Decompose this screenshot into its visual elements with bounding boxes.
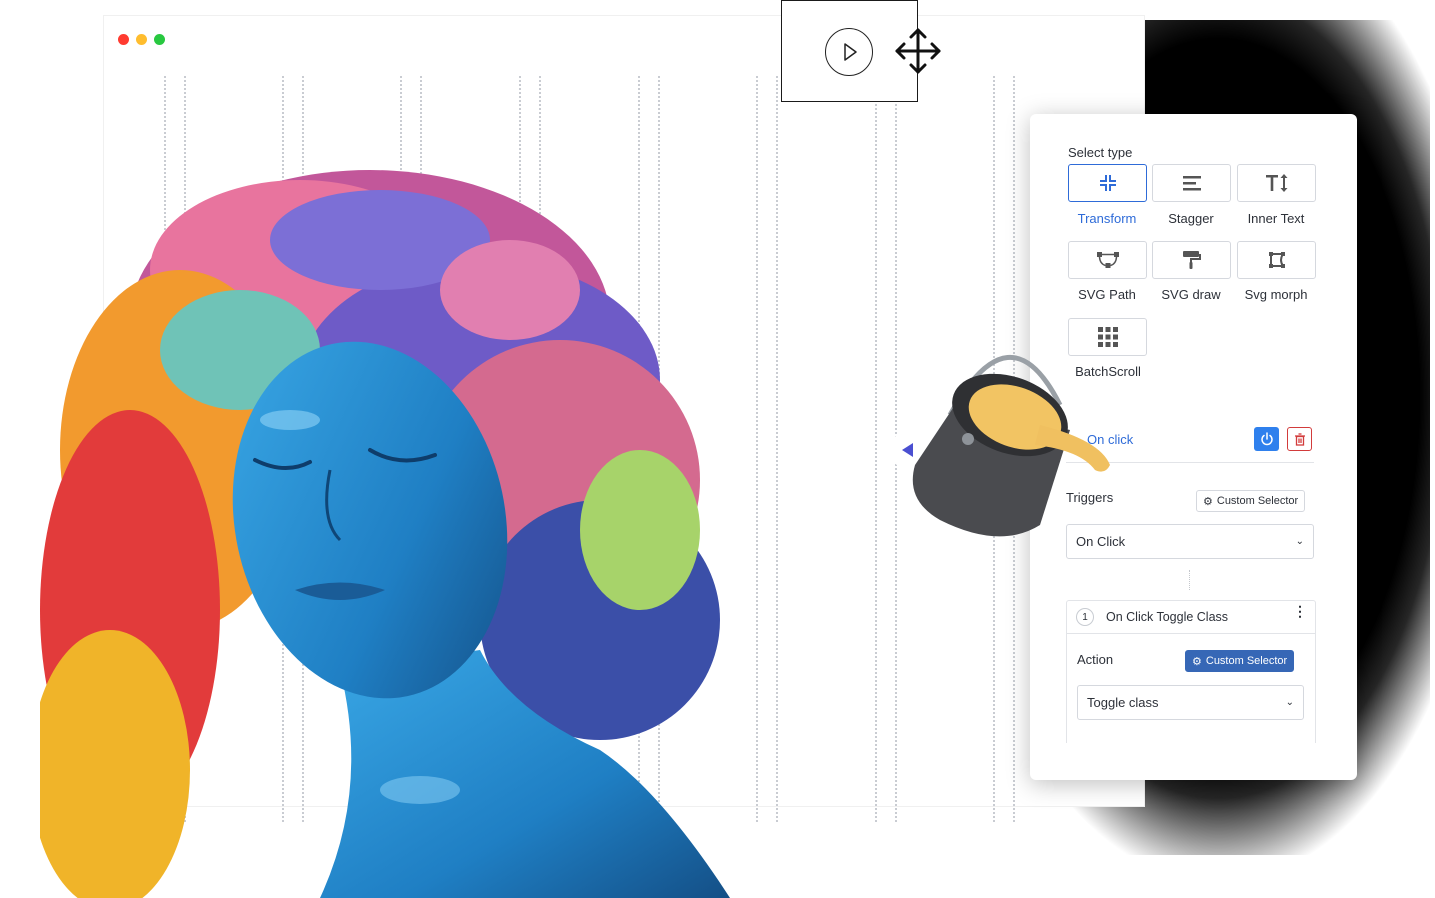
play-icon <box>844 43 857 61</box>
connector-line <box>1189 570 1190 590</box>
action-index-badge: 1 <box>1076 608 1094 626</box>
type-inner-text-label: Inner Text <box>1247 211 1305 226</box>
colorful-paint-woman-illustration <box>40 170 730 898</box>
type-svg-path-label: SVG Path <box>1078 287 1136 302</box>
type-svg-morph-button[interactable] <box>1237 241 1316 279</box>
type-stagger-button[interactable] <box>1152 164 1231 202</box>
close-dot[interactable] <box>118 34 129 45</box>
move-arrows-icon[interactable] <box>893 26 943 76</box>
paint-bucket-illustration <box>912 355 1110 537</box>
paint-roller-icon <box>1182 251 1201 269</box>
type-stagger-label: Stagger <box>1168 211 1214 226</box>
chevron-down-icon: ⌄ <box>1295 536 1304 547</box>
type-svg-path-button[interactable] <box>1068 241 1147 279</box>
type-svg-morph-label: Svg morph <box>1244 287 1308 302</box>
text-height-icon <box>1265 174 1287 192</box>
compress-icon <box>1099 175 1116 191</box>
type-svg-draw-label: SVG draw <box>1161 287 1221 302</box>
play-button[interactable] <box>825 28 873 76</box>
type-inner-text-button[interactable] <box>1237 164 1316 202</box>
type-svg-draw-button[interactable] <box>1152 241 1231 279</box>
type-transform-button[interactable] <box>1068 164 1147 202</box>
select-type-label: Select type <box>1068 145 1133 160</box>
type-transform-label: Transform <box>1077 211 1137 226</box>
custom-selector-label: Custom Selector <box>1205 655 1288 667</box>
gear-icon: ⚙ <box>1192 655 1202 668</box>
bezier-path-icon <box>1096 252 1119 268</box>
morph-shape-icon <box>1268 252 1285 268</box>
action-select-value: Toggle class <box>1087 695 1159 710</box>
power-icon <box>1260 432 1273 446</box>
gear-icon: ⚙ <box>1203 495 1213 508</box>
action-item-title: On Click Toggle Class <box>1106 610 1229 624</box>
more-vertical-icon[interactable]: ⋮ <box>1293 604 1307 618</box>
window-controls <box>118 34 165 45</box>
minimize-dot[interactable] <box>136 34 147 45</box>
stagger-lines-icon <box>1182 176 1201 191</box>
custom-selector-label: Custom Selector <box>1216 495 1299 507</box>
action-label: Action <box>1077 652 1114 667</box>
triggers-custom-selector-button[interactable]: ⚙ Custom Selector <box>1196 490 1306 512</box>
delete-button[interactable] <box>1287 427 1312 451</box>
maximize-dot[interactable] <box>154 34 165 45</box>
action-custom-selector-button[interactable]: ⚙ Custom Selector <box>1185 650 1295 672</box>
power-toggle-button[interactable] <box>1254 427 1279 451</box>
action-select[interactable]: Toggle class ⌄ <box>1077 685 1304 720</box>
action-card: 1 On Click Toggle Class ⋮ Action ⚙ Custo… <box>1066 600 1316 743</box>
chevron-down-icon: ⌄ <box>1285 697 1294 708</box>
trash-icon <box>1294 432 1305 446</box>
